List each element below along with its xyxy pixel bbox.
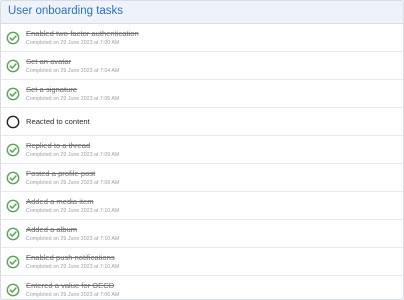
check-circle-icon [6, 255, 20, 269]
check-circle-icon [6, 283, 20, 297]
panel-header: User onboarding tasks [1, 1, 403, 24]
task-title: Added a album [26, 224, 78, 234]
task-title: Set an avatar [26, 56, 72, 66]
task-title: Reacted to content [26, 116, 90, 126]
task-completed-date: Completed on 29 June 2023 at 7:00 AM [26, 39, 120, 46]
task-completed-date: Completed on 29 June 2023 at 7:05 AM [26, 95, 120, 102]
check-circle-icon [6, 227, 20, 241]
empty-circle-icon [6, 115, 20, 129]
task-title: Posted a profile post [26, 168, 96, 178]
task-completed-date: Completed on 29 June 2023 at 7:10 AM [26, 263, 120, 270]
task-completed-date: Completed on 29 June 2023 at 7:09 AM [26, 151, 120, 158]
task-row: Set an avatar Completed on 29 June 2023 a… [1, 52, 403, 80]
task-title: Enabled two-factor authentication [26, 28, 139, 38]
task-title: Set a signature [26, 84, 78, 94]
onboarding-panel: User onboarding tasks Enabled two-factor… [0, 0, 404, 300]
check-circle-icon [6, 59, 20, 73]
task-completed-date: Completed on 29 June 2023 at 7:10 AM [26, 235, 120, 242]
task-list: Enabled two-factor authentication Complet… [1, 24, 403, 299]
task-title: Entered a value for OECD [26, 280, 115, 290]
task-completed-date: Completed on 29 June 2023 at 7:06 AM [26, 291, 120, 298]
task-row: Added a media item Completed on 29 June 2… [1, 192, 403, 220]
task-completed-date: Completed on 29 June 2023 at 7:09 AM [26, 179, 120, 186]
task-row: Added a album Completed on 29 June 2023 a… [1, 220, 403, 248]
check-circle-icon [6, 171, 20, 185]
check-circle-icon [6, 143, 20, 157]
task-row: Enabled push notifications Completed on 2… [1, 248, 403, 276]
task-title: Enabled push notifications [26, 252, 115, 262]
task-row: Replied to a thread Completed on 29 June … [1, 136, 403, 164]
panel-title: User onboarding tasks [8, 5, 124, 18]
task-row: Entered a value for OECD Completed on 29 … [1, 276, 403, 299]
check-circle-icon [6, 87, 20, 101]
task-completed-date: Completed on 29 June 2023 at 7:10 AM [26, 207, 120, 214]
task-row: Set a signature Completed on 29 June 2023… [1, 80, 403, 108]
task-row: Reacted to content [1, 108, 403, 136]
task-completed-date: Completed on 29 June 2023 at 7:04 AM [26, 67, 120, 74]
check-circle-icon [6, 199, 20, 213]
check-circle-icon [6, 31, 20, 45]
task-row: Posted a profile post Completed on 29 Jun… [1, 164, 403, 192]
task-title: Added a media item [26, 196, 94, 206]
task-row: Enabled two-factor authentication Complet… [1, 24, 403, 52]
task-title: Replied to a thread [26, 140, 91, 150]
